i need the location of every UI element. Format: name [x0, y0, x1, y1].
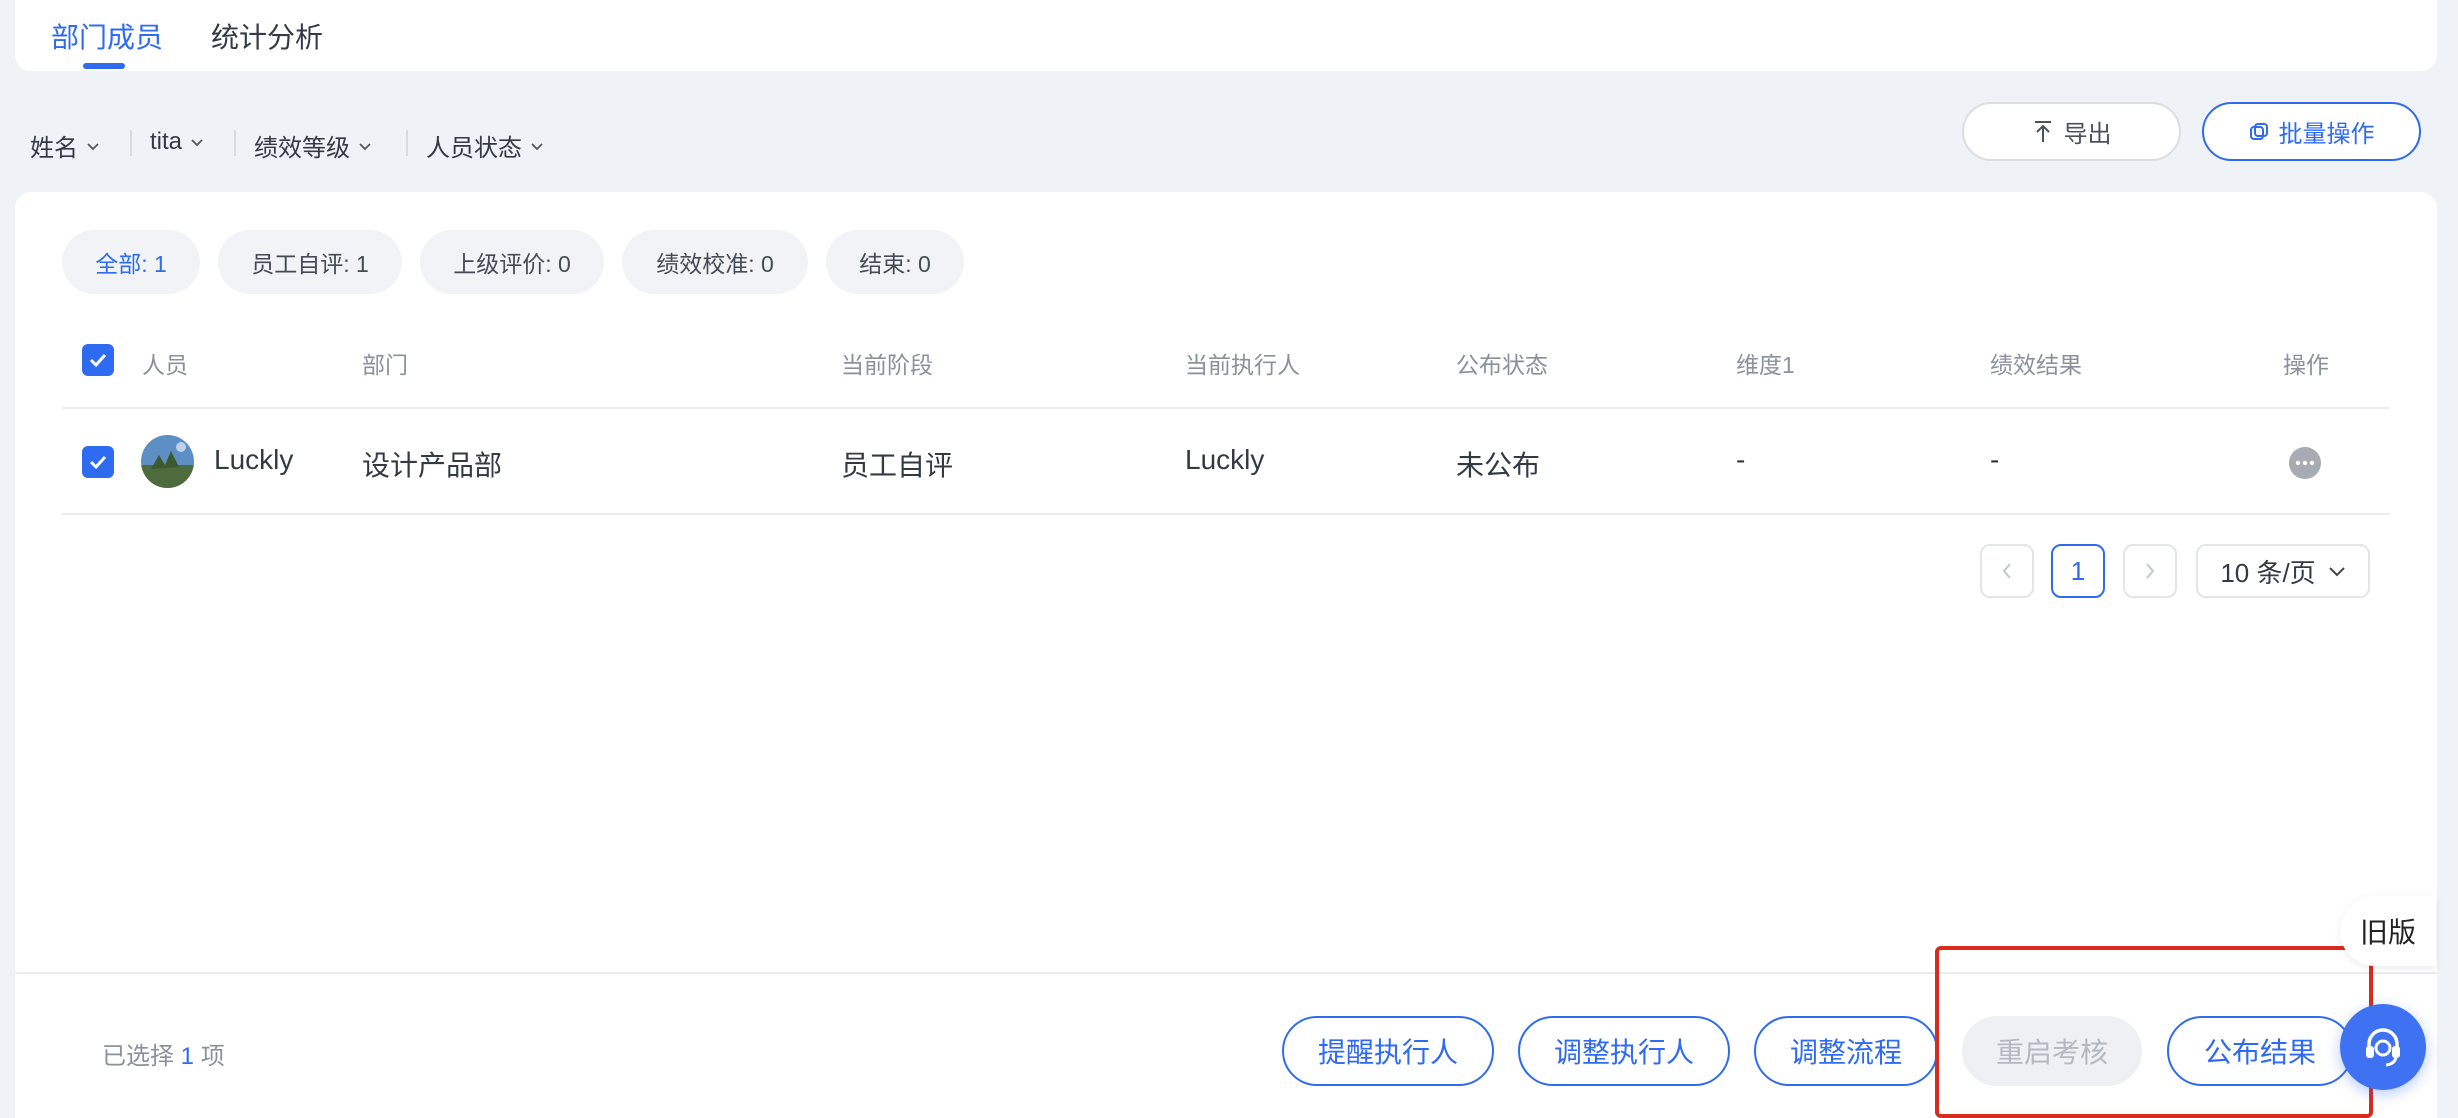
- page-size-select[interactable]: 10 条/页: [2196, 544, 2370, 598]
- selection-prefix: 已选择: [102, 1043, 174, 1070]
- cell-dimension: -: [1736, 444, 1746, 475]
- restart-review-button[interactable]: 重启考核: [1962, 1016, 2142, 1086]
- cell-department: 设计产品部: [362, 450, 503, 481]
- header-executor: 当前执行人: [1185, 352, 1300, 378]
- prev-page-button[interactable]: [1980, 544, 2034, 598]
- filter-name-label: 姓名: [30, 135, 78, 162]
- batch-operation-button[interactable]: 批量操作: [2202, 102, 2421, 161]
- filter-divider: [234, 130, 236, 156]
- filter-performance-level[interactable]: 绩效等级: [254, 128, 372, 163]
- publish-results-button[interactable]: 公布结果: [2167, 1016, 2353, 1086]
- filter-person-status-label: 人员状态: [426, 135, 522, 162]
- chevron-down-icon: [359, 142, 371, 150]
- page-number-button[interactable]: 1: [2051, 544, 2105, 598]
- chevron-down-icon: [531, 142, 543, 150]
- filter-name[interactable]: 姓名: [30, 128, 100, 163]
- selection-count: 1: [180, 1043, 195, 1070]
- cell-publish-status: 未公布: [1456, 450, 1541, 481]
- ellipsis-icon: [2295, 460, 2315, 466]
- cell-executor: Luckly: [1185, 444, 1265, 475]
- cell-person-name[interactable]: Luckly: [214, 444, 293, 476]
- selection-summary: 已选择 1 项: [102, 1036, 225, 1071]
- status-chip-self-review[interactable]: 员工自评: 1: [218, 230, 402, 294]
- header-person: 人员: [142, 352, 188, 378]
- cell-result: -: [1990, 444, 2000, 475]
- batch-icon: [2249, 122, 2268, 140]
- header-department: 部门: [362, 352, 408, 378]
- status-chip-manager-review[interactable]: 上级评价: 0: [420, 230, 604, 294]
- tab-bar: 部门成员 统计分析: [15, 0, 2437, 71]
- upload-icon: [2034, 120, 2051, 142]
- row-checkbox[interactable]: [82, 446, 114, 478]
- check-icon: [89, 353, 107, 368]
- adjust-executor-button[interactable]: 调整执行人: [1518, 1016, 1730, 1086]
- status-chip-all[interactable]: 全部: 1: [62, 230, 200, 294]
- filter-divider: [406, 130, 408, 156]
- avatar: [141, 435, 194, 488]
- filter-performance-level-label: 绩效等级: [254, 135, 350, 162]
- headset-icon: [2366, 1028, 2400, 1067]
- adjust-flow-button[interactable]: 调整流程: [1754, 1016, 1938, 1086]
- old-version-button[interactable]: 旧版: [2340, 896, 2436, 966]
- row-divider: [62, 513, 2390, 515]
- export-button[interactable]: 导出: [1962, 102, 2181, 161]
- header-divider: [62, 407, 2390, 409]
- remind-executor-button[interactable]: 提醒执行人: [1282, 1016, 1494, 1086]
- more-actions-button[interactable]: [2289, 447, 2321, 479]
- select-all-checkbox[interactable]: [82, 344, 114, 376]
- status-chip-calibration[interactable]: 绩效校准: 0: [622, 230, 808, 294]
- batch-operation-label: 批量操作: [2278, 121, 2375, 148]
- active-tab-indicator: [83, 63, 125, 69]
- next-page-button[interactable]: [2123, 544, 2177, 598]
- header-actions: 操作: [2283, 352, 2329, 378]
- tab-department-members[interactable]: 部门成员: [51, 16, 163, 56]
- header-result: 绩效结果: [1990, 352, 2082, 378]
- filter-person-status[interactable]: 人员状态: [426, 128, 544, 163]
- filter-tita-label: tita: [150, 128, 183, 155]
- chevron-right-icon: [2146, 563, 2155, 579]
- chevron-down-icon: [87, 142, 99, 150]
- check-icon: [89, 455, 107, 470]
- selection-suffix: 项: [200, 1043, 225, 1070]
- header-stage: 当前阶段: [841, 352, 933, 378]
- filter-divider: [130, 130, 132, 156]
- chevron-left-icon: [2002, 563, 2011, 579]
- customer-service-button[interactable]: [2340, 1004, 2426, 1090]
- export-label: 导出: [2063, 121, 2112, 148]
- tab-statistics[interactable]: 统计分析: [211, 16, 323, 56]
- cell-stage: 员工自评: [841, 450, 954, 481]
- page-size-label: 10 条/页: [2220, 557, 2316, 588]
- chevron-down-icon: [2328, 567, 2345, 577]
- status-chip-ended[interactable]: 结束: 0: [826, 230, 964, 294]
- filter-tita[interactable]: tita: [150, 128, 204, 156]
- chevron-down-icon: [191, 139, 203, 147]
- header-dimension: 维度1: [1736, 352, 1795, 378]
- header-publish-status: 公布状态: [1456, 352, 1548, 378]
